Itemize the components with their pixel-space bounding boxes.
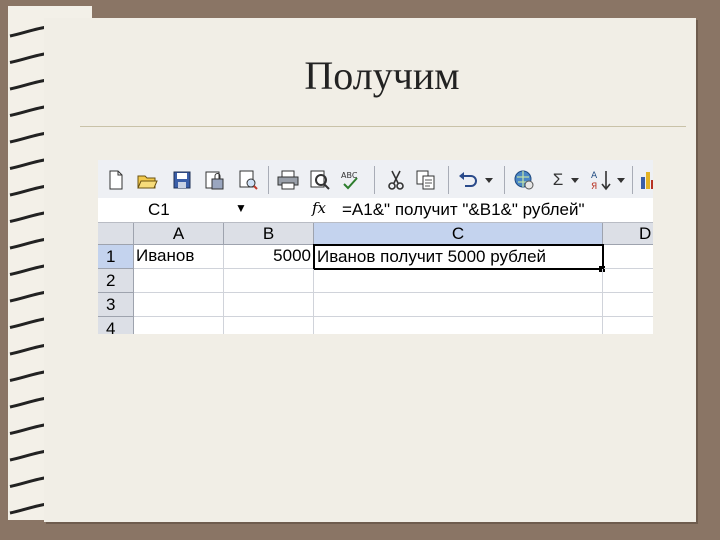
hyperlink-icon[interactable] xyxy=(512,168,536,192)
sort-icon[interactable]: AЯ xyxy=(590,168,614,192)
row-header-1[interactable]: 1 xyxy=(98,245,134,269)
column-header-d[interactable]: D xyxy=(603,223,653,245)
formula-bar: C1 ▼ fx =A1&" получит "&B1&" рублей" xyxy=(98,198,653,223)
cell-c4[interactable] xyxy=(314,317,603,334)
sort-dropdown-arrow-icon[interactable] xyxy=(614,168,628,192)
svg-text:Я: Я xyxy=(591,182,597,192)
cell-d4[interactable] xyxy=(603,317,653,334)
cell-b2[interactable] xyxy=(224,269,314,293)
new-icon[interactable] xyxy=(104,168,128,192)
cell-a3[interactable] xyxy=(134,293,224,317)
cell-d1[interactable] xyxy=(604,245,653,269)
cell-c1[interactable]: Иванов получит 5000 рублей xyxy=(313,244,604,270)
save-icon[interactable] xyxy=(170,168,194,192)
row-header-2[interactable]: 2 xyxy=(98,269,134,293)
cell-d2[interactable] xyxy=(603,269,653,293)
spelling-icon[interactable]: ABC xyxy=(340,168,364,192)
toolbar-separator xyxy=(632,166,633,194)
undo-icon[interactable] xyxy=(456,168,480,192)
column-header-a[interactable]: A xyxy=(134,223,224,245)
permissions-icon[interactable] xyxy=(202,168,226,192)
print-icon[interactable] xyxy=(276,168,300,192)
cell-a4[interactable] xyxy=(134,317,224,334)
cell-b3[interactable] xyxy=(224,293,314,317)
name-box-dropdown-arrow-icon[interactable]: ▼ xyxy=(235,201,247,215)
excel-window: ABC Σ AЯ C1 ▼ fx =A1&" получит "&B1&" ру… xyxy=(98,160,653,334)
toolbar-separator xyxy=(268,166,269,194)
cell-a1[interactable]: Иванов xyxy=(134,245,224,269)
select-all-corner[interactable] xyxy=(98,223,134,245)
insert-function-icon[interactable]: fx xyxy=(312,199,326,217)
copy-icon[interactable] xyxy=(414,168,438,192)
toolbar-separator xyxy=(504,166,505,194)
cut-icon[interactable] xyxy=(384,168,408,192)
row-header-3[interactable]: 3 xyxy=(98,293,134,317)
open-icon[interactable] xyxy=(136,168,160,192)
name-box[interactable]: C1 xyxy=(98,198,218,222)
cell-b1[interactable]: 5000 xyxy=(224,245,314,269)
cell-c2[interactable] xyxy=(314,269,603,293)
toolbar-separator xyxy=(374,166,375,194)
svg-text:A: A xyxy=(591,171,598,181)
preview-icon[interactable] xyxy=(308,168,332,192)
row-header-4[interactable]: 4 xyxy=(98,317,134,334)
cell-d3[interactable] xyxy=(603,293,653,317)
autosum-dropdown-arrow-icon[interactable] xyxy=(568,168,582,192)
column-header-b[interactable]: B xyxy=(224,223,314,245)
print-preview-icon[interactable] xyxy=(236,168,260,192)
slide-title: Получим xyxy=(304,53,460,98)
title-divider xyxy=(80,126,686,127)
undo-dropdown-arrow-icon[interactable] xyxy=(482,168,496,192)
formula-input[interactable]: =A1&" получит "&B1&" рублей" xyxy=(342,198,584,222)
column-header-c[interactable]: C xyxy=(314,223,603,245)
cell-b4[interactable] xyxy=(224,317,314,334)
toolbar-separator xyxy=(448,166,449,194)
autosum-icon[interactable]: Σ xyxy=(546,168,570,192)
chart-icon[interactable] xyxy=(636,168,653,192)
cell-a2[interactable] xyxy=(134,269,224,293)
standard-toolbar: ABC Σ AЯ xyxy=(98,160,653,198)
cell-c3[interactable] xyxy=(314,293,603,317)
